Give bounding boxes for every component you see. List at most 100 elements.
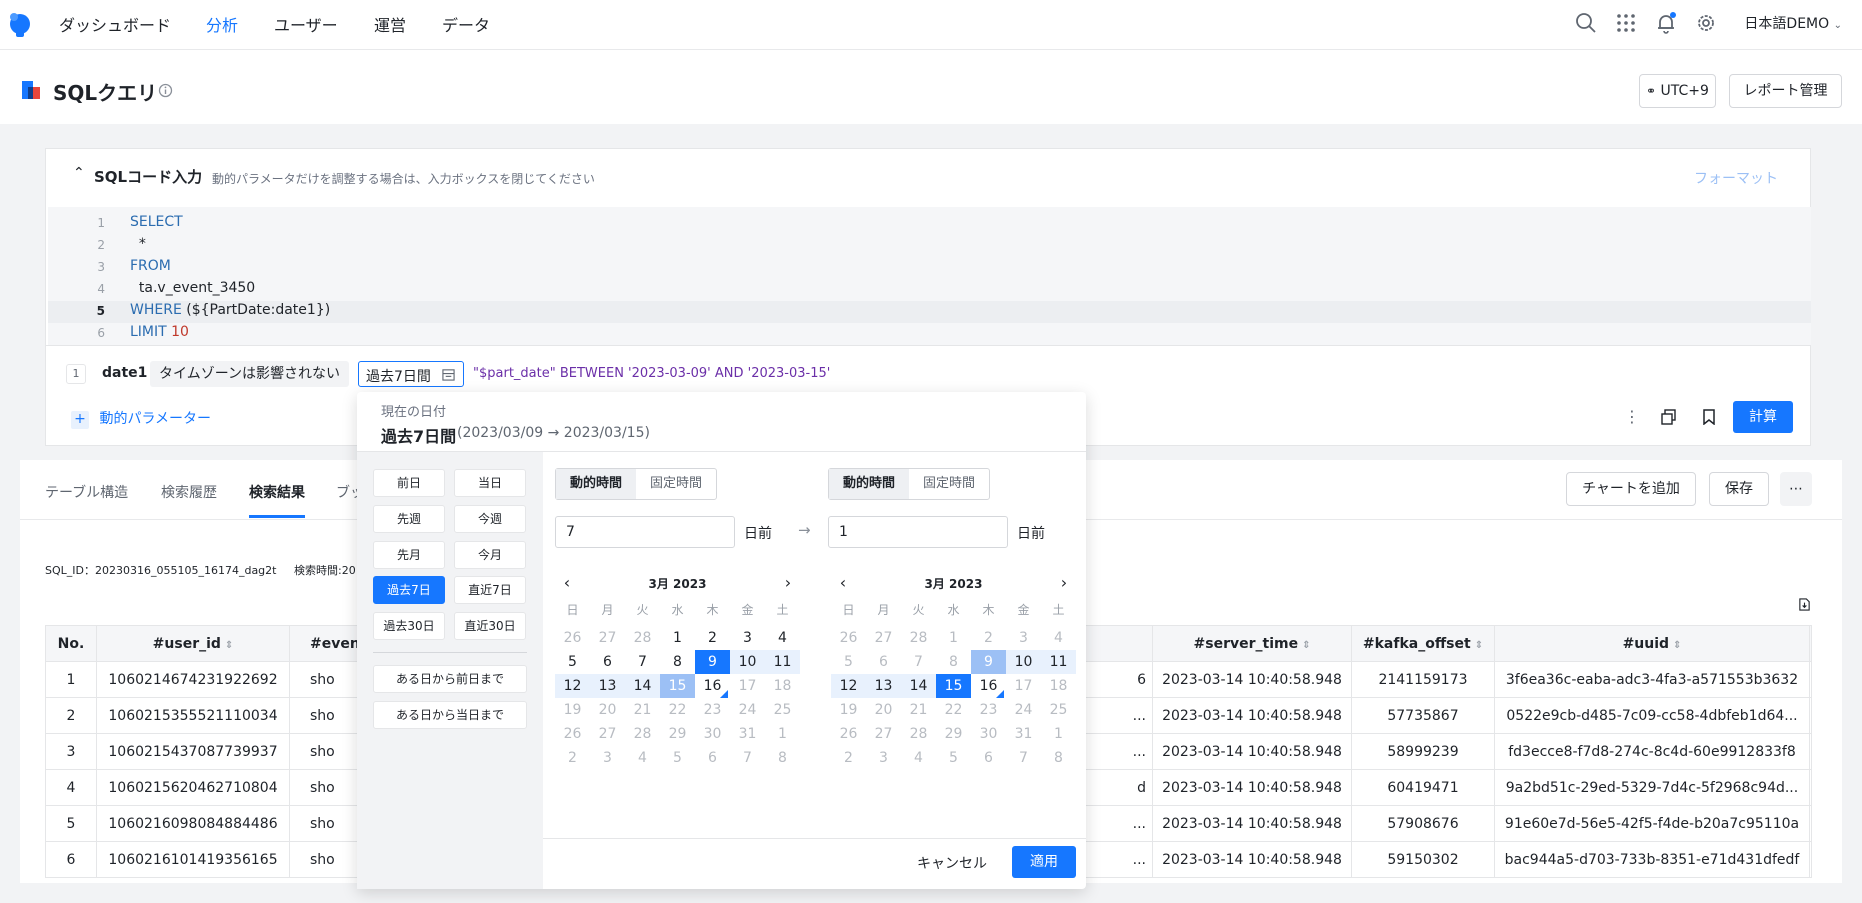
calendar-day[interactable]: 4: [625, 746, 660, 770]
nav-item-analysis[interactable]: 分析: [206, 12, 238, 36]
calendar-day[interactable]: 19: [555, 698, 590, 722]
calendar-day[interactable]: 27: [590, 626, 625, 650]
calendar-day[interactable]: 3: [590, 746, 625, 770]
calendar-day[interactable]: 15: [660, 674, 695, 698]
add-chart-button[interactable]: チャートを追加: [1566, 472, 1696, 506]
user-menu[interactable]: 日本語DEMO ⌄: [1744, 13, 1842, 33]
more-horizontal-icon[interactable]: ⋯: [1780, 472, 1812, 506]
calendar-day[interactable]: 13: [590, 674, 625, 698]
quick-range-button[interactable]: 先週: [373, 505, 445, 533]
quick-range-button[interactable]: 直近30日: [454, 612, 526, 640]
calendar-day[interactable]: 14: [901, 674, 936, 698]
sql-editor[interactable]: [48, 207, 1811, 345]
from-day-to-yesterday-button[interactable]: ある日から前日まで: [373, 665, 527, 693]
calendar-day[interactable]: 22: [936, 698, 971, 722]
calendar-day[interactable]: 18: [1041, 674, 1076, 698]
nav-item-operations[interactable]: 運営: [374, 12, 406, 36]
quick-range-button[interactable]: 今週: [454, 505, 526, 533]
calendar-day[interactable]: 26: [831, 722, 866, 746]
calendar-day[interactable]: 8: [936, 650, 971, 674]
calendar-day[interactable]: 2: [831, 746, 866, 770]
calendar-day[interactable]: 17: [1006, 674, 1041, 698]
calendar-day[interactable]: 15: [936, 674, 971, 698]
tab-table-structure[interactable]: テーブル構造: [45, 482, 128, 502]
quick-range-button[interactable]: 過去30日: [373, 612, 445, 640]
calendar-day[interactable]: 21: [901, 698, 936, 722]
from-day-to-today-button[interactable]: ある日から当日まで: [373, 701, 527, 729]
column-header[interactable]: #user_id ⇕: [96, 625, 290, 662]
quick-range-button[interactable]: 過去7日: [373, 576, 445, 604]
calendar-day[interactable]: 10: [730, 650, 765, 674]
calendar-day[interactable]: 5: [831, 650, 866, 674]
calendar-day[interactable]: 13: [866, 674, 901, 698]
calendar-day[interactable]: 24: [1006, 698, 1041, 722]
sort-icon[interactable]: ⇕: [225, 640, 233, 651]
calendar-day[interactable]: 3: [1006, 626, 1041, 650]
calendar-day[interactable]: 17: [730, 674, 765, 698]
next-month-icon[interactable]: ›: [780, 574, 796, 594]
calendar-day[interactable]: 7: [901, 650, 936, 674]
calendar-day[interactable]: 10: [1006, 650, 1041, 674]
calendar-day[interactable]: 11: [1041, 650, 1076, 674]
column-header[interactable]: #server_time ⇕: [1152, 625, 1352, 662]
calendar-day[interactable]: 4: [765, 626, 800, 650]
column-header[interactable]: No.: [45, 625, 97, 662]
calendar-day[interactable]: 29: [660, 722, 695, 746]
calendar-day[interactable]: 23: [971, 698, 1006, 722]
add-parameter-button[interactable]: + 動的パラメーター: [71, 408, 211, 429]
timezone-button[interactable]: ⚭ UTC+9: [1639, 74, 1716, 108]
calendar-day[interactable]: 26: [831, 626, 866, 650]
calendar-day[interactable]: 28: [625, 722, 660, 746]
calendar-day[interactable]: 30: [695, 722, 730, 746]
calendar-day[interactable]: 9: [695, 650, 730, 674]
cancel-button[interactable]: キャンセル: [917, 853, 987, 873]
dynamic-time-option[interactable]: 動的時間: [556, 469, 637, 499]
quick-range-button[interactable]: 当日: [454, 469, 526, 497]
calendar-day[interactable]: 25: [765, 698, 800, 722]
calendar-day[interactable]: 8: [1041, 746, 1076, 770]
next-month-icon[interactable]: ›: [1056, 574, 1072, 594]
column-header[interactable]: #uuid ⇕: [1494, 625, 1810, 662]
nav-item-users[interactable]: ユーザー: [274, 12, 338, 36]
format-link[interactable]: フォーマット: [1694, 168, 1778, 188]
calendar-day[interactable]: 16: [971, 674, 1006, 698]
calendar-day[interactable]: 6: [971, 746, 1006, 770]
app-logo-icon[interactable]: [6, 9, 32, 39]
calendar-day[interactable]: 1: [660, 626, 695, 650]
nav-item-data[interactable]: データ: [442, 12, 490, 36]
calendar-day[interactable]: 28: [901, 626, 936, 650]
report-management-button[interactable]: レポート管理: [1729, 74, 1842, 108]
copy-icon[interactable]: [1661, 409, 1677, 425]
calendar-day[interactable]: 7: [1006, 746, 1041, 770]
calendar-day[interactable]: 28: [901, 722, 936, 746]
calendar-day[interactable]: 26: [555, 722, 590, 746]
search-icon[interactable]: [1574, 11, 1598, 35]
calendar-day[interactable]: 8: [660, 650, 695, 674]
calendar-day[interactable]: 20: [590, 698, 625, 722]
calendar-day[interactable]: 1: [765, 722, 800, 746]
end-time-mode-toggle[interactable]: 動的時間 固定時間: [828, 468, 991, 500]
calendar-day[interactable]: 5: [660, 746, 695, 770]
calendar-day[interactable]: 7: [625, 650, 660, 674]
date-range-select[interactable]: 過去7日間: [358, 361, 464, 387]
calendar-day[interactable]: 27: [866, 626, 901, 650]
calendar-day[interactable]: 12: [555, 674, 590, 698]
more-vertical-icon[interactable]: ⋮: [1624, 407, 1640, 427]
calendar-day[interactable]: 28: [625, 626, 660, 650]
apply-button[interactable]: 適用: [1012, 846, 1076, 878]
calendar-day[interactable]: 5: [555, 650, 590, 674]
calendar-day[interactable]: 2: [695, 626, 730, 650]
calendar-day[interactable]: 6: [695, 746, 730, 770]
info-icon[interactable]: [158, 83, 173, 98]
calendar-day[interactable]: 30: [971, 722, 1006, 746]
calendar-day[interactable]: 2: [555, 746, 590, 770]
calendar-day[interactable]: 29: [936, 722, 971, 746]
start-days-input[interactable]: 7: [555, 516, 735, 548]
dynamic-time-option[interactable]: 動的時間: [829, 469, 910, 499]
column-header[interactable]: #kafka_offset ⇕: [1351, 625, 1495, 662]
sort-icon[interactable]: ⇕: [1302, 640, 1310, 651]
start-time-mode-toggle[interactable]: 動的時間 固定時間: [555, 468, 718, 500]
apps-grid-icon[interactable]: [1614, 11, 1638, 35]
calendar-day[interactable]: 16: [695, 674, 730, 698]
calendar-day[interactable]: 20: [866, 698, 901, 722]
